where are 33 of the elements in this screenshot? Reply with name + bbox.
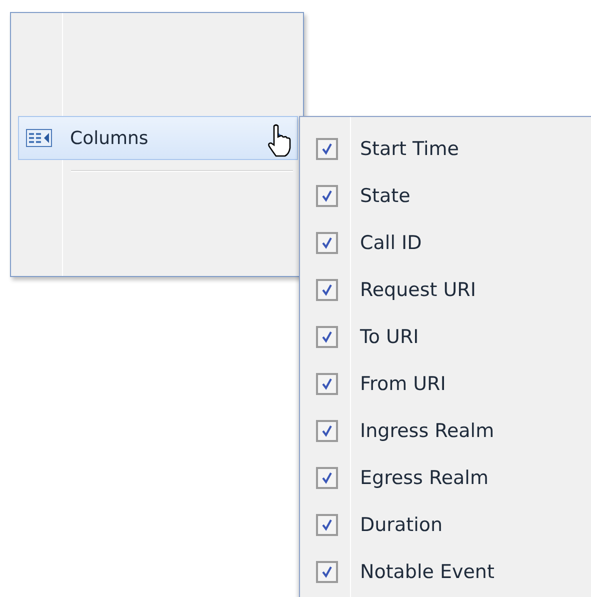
check-icon [320, 330, 334, 344]
checkbox-menu-item[interactable]: To URI [300, 313, 591, 360]
check-icon [320, 236, 334, 250]
checkbox[interactable] [316, 278, 338, 300]
checkbox-menu-item[interactable]: From URI [300, 360, 591, 407]
checkbox-menu-item[interactable]: Call ID [300, 219, 591, 266]
columns-icon [26, 129, 52, 147]
checkbox-menu-item[interactable]: Egress Realm [300, 454, 591, 501]
checkbox[interactable] [316, 232, 338, 254]
checkbox[interactable] [316, 514, 338, 536]
checkbox-menu-item[interactable]: State [300, 172, 591, 219]
checkbox[interactable] [316, 420, 338, 442]
menu-item[interactable]: Columns [18, 116, 298, 160]
checkbox[interactable] [316, 184, 338, 206]
check-icon [320, 564, 334, 578]
check-icon [320, 142, 334, 156]
check-icon [320, 282, 334, 296]
checkbox-menu-item[interactable]: Request URI [300, 266, 591, 313]
check-icon [320, 518, 334, 532]
check-icon [320, 470, 334, 484]
check-icon [320, 424, 334, 438]
checkbox[interactable] [316, 560, 338, 582]
checkbox-menu-item[interactable]: Ingress Realm [300, 407, 591, 454]
check-icon [320, 188, 334, 202]
checkbox[interactable] [316, 326, 338, 348]
hand-cursor-icon [267, 124, 293, 158]
checkbox-menu-item[interactable]: Duration [300, 501, 591, 548]
check-icon [320, 376, 334, 390]
checkbox[interactable] [316, 138, 338, 160]
checkbox-menu-item[interactable]: Start Time [300, 125, 591, 172]
checkbox[interactable] [316, 466, 338, 488]
checkbox-menu-item[interactable]: Notable Event [300, 548, 591, 595]
checkbox[interactable] [316, 372, 338, 394]
